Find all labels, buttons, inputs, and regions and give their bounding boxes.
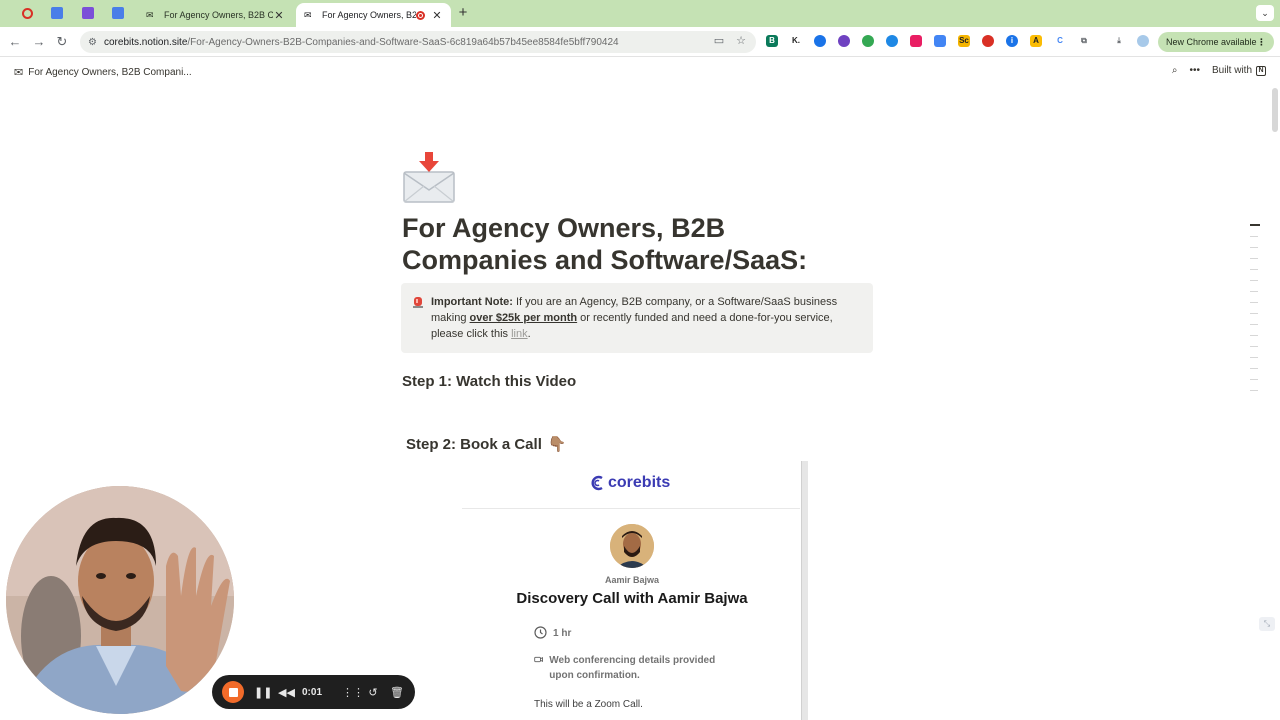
camera-icon[interactable]: ▭ — [714, 34, 724, 47]
callout-label: Important Note: — [431, 296, 513, 308]
host-name: Aamir Bajwa — [604, 575, 660, 585]
chevron-down-icon[interactable]: ⌄ — [1256, 5, 1274, 21]
extension-icon[interactable]: C — [1054, 35, 1066, 47]
divider — [462, 508, 800, 509]
callout-text: . — [527, 328, 531, 340]
address-bar[interactable]: ⚙ corebits.notion.site/For-Agency-Owners… — [80, 31, 756, 53]
rewind-icon[interactable]: ◀◀ — [278, 686, 295, 699]
docs-icon — [51, 7, 63, 19]
notion-logo-icon: N — [1256, 65, 1266, 76]
url-path: /For-Agency-Owners-B2B-Companies-and-Sof… — [187, 36, 619, 48]
pinned-tab-recorder[interactable] — [17, 4, 37, 22]
pinned-tab-docs[interactable] — [47, 4, 67, 22]
app-icon — [82, 7, 94, 19]
incoming-envelope-icon — [403, 152, 455, 203]
envelope-icon: ✉ — [146, 9, 154, 20]
siren-icon — [413, 297, 423, 308]
puzzle-icon[interactable]: ⧉ — [1078, 35, 1090, 47]
tab-inactive[interactable]: ✉ For Agency Owners, B2B Co ✕ — [138, 3, 293, 27]
duration-row: 1 hr — [534, 626, 571, 641]
docs-icon — [112, 7, 124, 19]
clock-icon — [534, 626, 547, 639]
pinned-tab-app[interactable] — [78, 4, 98, 22]
delete-icon[interactable]: 🗑 — [390, 686, 404, 699]
recording-indicator-icon — [416, 10, 425, 20]
close-icon[interactable]: ✕ — [431, 9, 443, 22]
callout-link[interactable]: link — [511, 328, 528, 340]
pause-icon[interactable]: ❚❚ — [254, 686, 272, 699]
built-with-label: Built with — [1211, 65, 1252, 76]
update-chrome-button[interactable]: New Chrome available ⋮ — [1158, 32, 1274, 52]
envelope-icon: ✉ — [304, 9, 312, 20]
pointing-down-emoji: 👇🏽 — [547, 436, 567, 453]
translate-icon[interactable] — [934, 35, 946, 47]
close-icon[interactable]: ✕ — [273, 9, 285, 22]
video-camera-icon — [534, 656, 543, 663]
extension-icon[interactable]: K. — [790, 35, 802, 47]
restart-icon[interactable]: ↺ — [366, 686, 380, 699]
extension-icon[interactable]: Sc — [958, 35, 970, 47]
extension-icon[interactable] — [886, 35, 898, 47]
page-title: For Agency Owners, B2B Companies and Sof… — [402, 213, 808, 275]
menu-dots-icon[interactable]: ⋮ — [1257, 32, 1266, 52]
extension-icon[interactable] — [814, 35, 826, 47]
back-icon[interactable]: ← — [7, 34, 23, 50]
breadcrumb-label: For Agency Owners, B2B Compani... — [28, 67, 192, 78]
zoom-note: This will be a Zoom Call. — [534, 699, 643, 710]
extension-icon[interactable] — [862, 35, 874, 47]
info-icon[interactable]: i — [1006, 35, 1018, 47]
page-scrollbar[interactable] — [1272, 88, 1278, 132]
location: Web conferencing details provided upon c… — [549, 655, 716, 681]
drag-handle-icon[interactable]: ⋮⋮ — [342, 686, 364, 699]
record-icon — [21, 7, 33, 19]
site-info-icon[interactable]: ⚙ — [88, 37, 102, 48]
duration: 1 hr — [553, 628, 572, 639]
extension-icon[interactable]: A — [1030, 35, 1042, 47]
recorder-controls: ❚❚ ◀◀ 0:01 ⋮⋮ ↺ 🗑 — [212, 675, 415, 709]
pinned-tab-docs-2[interactable] — [108, 4, 128, 22]
corebits-logo-icon — [591, 475, 603, 491]
extension-icon[interactable] — [910, 35, 922, 47]
step-1-heading: Step 1: Watch this Video — [402, 373, 577, 390]
built-with-notion-button[interactable]: Built with N — [1212, 65, 1266, 76]
extension-icon[interactable] — [838, 35, 850, 47]
envelope-icon: ✉ — [14, 67, 24, 79]
search-icon[interactable]: ⌕ — [1172, 65, 1178, 76]
collapse-icon[interactable]: ⤡ — [1259, 617, 1275, 631]
webcam-bubble[interactable] — [6, 486, 234, 714]
avatar-icon[interactable] — [1137, 35, 1149, 47]
tab-title: For Agency Owners, B2B — [322, 10, 416, 20]
more-icon[interactable]: ••• — [1189, 65, 1200, 76]
update-label: New Chrome available — [1166, 37, 1257, 47]
recording-timer: 0:01 — [302, 686, 323, 698]
bookmark-star-icon[interactable]: ☆ — [736, 34, 746, 47]
download-icon[interactable]: ⤓ — [1113, 35, 1125, 47]
stop-recording-button[interactable] — [222, 681, 244, 703]
stop-icon — [228, 687, 238, 697]
location-row: Web conferencing details provided upon c… — [534, 653, 734, 683]
reload-icon[interactable]: ↻ — [54, 34, 70, 50]
tab-active[interactable]: ✉ For Agency Owners, B2B ✕ — [296, 3, 451, 27]
tab-title: For Agency Owners, B2B Co — [164, 10, 273, 20]
breadcrumb[interactable]: ✉ For Agency Owners, B2B Compani... — [14, 66, 192, 79]
extension-icon[interactable] — [982, 35, 994, 47]
plus-icon[interactable]: + — [455, 4, 471, 22]
important-note-callout: Important Note: If you are an Agency, B2… — [401, 283, 873, 353]
forward-icon[interactable]: → — [31, 34, 47, 50]
embed-scrollbar[interactable] — [801, 461, 808, 720]
table-of-contents-minimap[interactable] — [1250, 224, 1260, 401]
tab-strip: ✉ For Agency Owners, B2B Co ✕ ✉ For Agen… — [0, 0, 1280, 27]
callout-emphasis: over $25k per month — [469, 312, 578, 324]
host-avatar — [610, 524, 654, 568]
url-host: corebits.notion.site — [104, 36, 188, 48]
step-2-heading: Step 2: Book a Call 👇🏽 — [406, 435, 567, 454]
brand-name: corebits — [608, 474, 671, 491]
notion-topbar: ✉ For Agency Owners, B2B Compani... ⌕ ••… — [0, 58, 1280, 88]
step-2-label: Step 2: Book a Call — [406, 435, 542, 453]
event-title: Discovery Call with Aamir Bajwa — [516, 590, 748, 607]
extension-icon[interactable]: B — [766, 35, 778, 47]
brand-logo: corebits — [590, 474, 670, 492]
